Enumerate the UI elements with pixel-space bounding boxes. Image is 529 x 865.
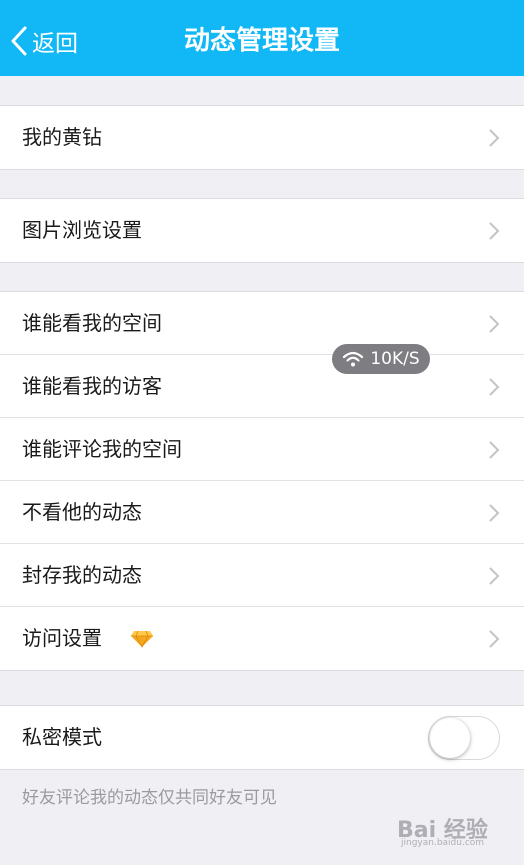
right-edge <box>524 0 529 865</box>
settings-group-image: 图片浏览设置 <box>0 198 524 263</box>
row-label: 不看他的动态 <box>22 500 142 524</box>
settings-group-vip: 我的黄钻 <box>0 105 524 170</box>
chevron-right-icon <box>489 567 500 585</box>
settings-row-archive-my-feed[interactable]: 封存我的动态 <box>0 544 524 607</box>
chevron-right-icon <box>489 222 500 240</box>
settings-row-access-settings[interactable]: 访问设置 <box>0 607 524 670</box>
row-label: 访问设置 <box>22 626 102 650</box>
nav-bar: 返回 动态管理设置 <box>0 0 524 76</box>
row-label: 封存我的动态 <box>22 563 142 587</box>
row-label: 谁能评论我的空间 <box>22 437 182 461</box>
row-label: 谁能看我的空间 <box>22 311 162 335</box>
settings-row-yellow-diamond[interactable]: 我的黄钻 <box>0 106 524 169</box>
toggle-knob <box>430 718 470 758</box>
row-label: 我的黄钻 <box>22 125 102 149</box>
private-mode-toggle[interactable] <box>428 716 500 760</box>
chevron-right-icon <box>489 630 500 648</box>
wifi-icon <box>343 351 364 367</box>
settings-row-image-browsing[interactable]: 图片浏览设置 <box>0 199 524 262</box>
chevron-right-icon <box>489 315 500 333</box>
settings-group-private-mode: 私密模式 <box>0 705 524 770</box>
network-speed-text: 10K/S <box>370 349 420 369</box>
settings-row-who-can-comment[interactable]: 谁能评论我的空间 <box>0 418 524 481</box>
yellow-diamond-icon <box>131 630 153 648</box>
baidu-watermark: Bai 经验 jingyan.baidu.com <box>397 812 517 852</box>
row-label: 私密模式 <box>22 725 102 749</box>
chevron-right-icon <box>489 441 500 459</box>
chevron-right-icon <box>489 504 500 522</box>
page-title: 动态管理设置 <box>183 26 340 56</box>
settings-row-hide-their-feed[interactable]: 不看他的动态 <box>0 481 524 544</box>
watermark-url: jingyan.baidu.com <box>401 838 485 848</box>
chevron-right-icon <box>489 129 500 147</box>
row-label: 图片浏览设置 <box>22 218 142 242</box>
settings-row-who-can-see-visitors[interactable]: 谁能看我的访客 <box>0 355 524 418</box>
settings-row-who-can-see-space[interactable]: 谁能看我的空间 <box>0 292 524 355</box>
row-label: 谁能看我的访客 <box>22 374 162 398</box>
network-speed-badge: 10K/S <box>332 344 430 374</box>
chevron-right-icon <box>489 378 500 396</box>
settings-group-privacy: 谁能看我的空间 谁能看我的访客 谁能评论我的空间 不看他的动态 封存我的动态 访… <box>0 291 524 671</box>
settings-row-private-mode: 私密模式 <box>0 706 524 769</box>
private-mode-footnote: 好友评论我的动态仅共同好友可见 <box>22 788 277 808</box>
